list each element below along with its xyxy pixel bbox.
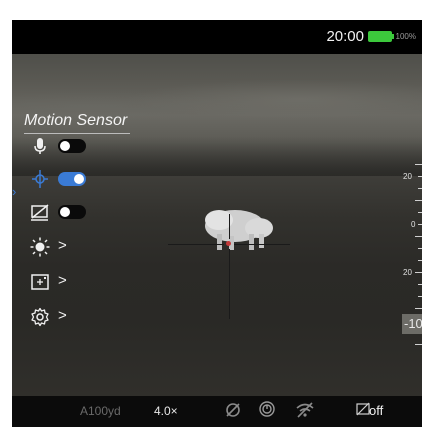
scale-label: 20: [403, 172, 412, 181]
scale-tick: [415, 344, 422, 345]
display-off-toggle[interactable]: [58, 205, 86, 219]
motion-sensor-toggle[interactable]: [58, 172, 86, 186]
reticle-center-dot: [226, 241, 231, 246]
scale-tick: [418, 224, 422, 225]
selection-arrow-icon: ›: [12, 184, 17, 199]
display-off-icon: [31, 204, 49, 221]
zoom-frame-icon[interactable]: [30, 272, 50, 292]
scale-tick: [415, 236, 422, 237]
reticle-line-left: [168, 244, 224, 245]
power-icon: [259, 401, 275, 417]
scale-tick: [418, 260, 422, 261]
device-screen: 20:00 100% Motion Sensor › > > > 20 0 20…: [12, 20, 422, 427]
scale-tick: [418, 296, 422, 297]
scale-label: 20: [403, 268, 412, 277]
microphone-toggle[interactable]: [58, 139, 86, 153]
thermal-viewport: Motion Sensor › > > > 20 0 20 -10: [12, 54, 422, 396]
range-readout: A100yd: [80, 404, 121, 418]
battery-percent: 100%: [395, 32, 416, 41]
thermal-target-animal: [205, 210, 273, 250]
status-bar: 20:00 100%: [12, 20, 422, 54]
reticle-line-right: [234, 244, 290, 245]
scale-tick: [415, 164, 422, 165]
motion-sensor-icon: [32, 170, 48, 188]
scale-tick: [418, 176, 422, 177]
zoom-frame-submenu-chevron-icon[interactable]: >: [58, 272, 67, 289]
scale-tick: [418, 188, 422, 189]
scale-label: 0: [411, 220, 416, 229]
scale-tick: [415, 308, 422, 309]
bottom-status-bar: A100yd 4.0× off: [12, 396, 422, 427]
battery-tip: [392, 34, 394, 39]
menu-title: Motion Sensor: [24, 112, 128, 129]
reticle-line-bottom: [229, 249, 230, 319]
menu-title-underline: [24, 133, 130, 134]
reticle-line-top: [229, 214, 230, 239]
brightness-icon[interactable]: [30, 237, 50, 257]
zoom-level: 4.0×: [154, 404, 178, 418]
wifi-off-icon: [296, 402, 314, 418]
settings-submenu-chevron-icon[interactable]: >: [58, 307, 67, 324]
scale-tick: [415, 272, 422, 273]
record-off-icon: [226, 403, 240, 417]
display-off-icon: [356, 402, 370, 416]
scale-tick: [418, 212, 422, 213]
microphone-icon: [34, 138, 46, 154]
display-status-text: off: [369, 403, 384, 418]
rangefinder-scale: 20 0 20: [397, 164, 422, 364]
scale-tick: [418, 284, 422, 285]
battery-icon: [368, 31, 392, 42]
clock: 20:00: [326, 28, 364, 45]
scale-tick: [418, 248, 422, 249]
scale-current-value: -10: [402, 314, 422, 334]
settings-gear-icon[interactable]: [30, 307, 50, 327]
brightness-submenu-chevron-icon[interactable]: >: [58, 237, 67, 254]
scale-tick: [415, 200, 422, 201]
